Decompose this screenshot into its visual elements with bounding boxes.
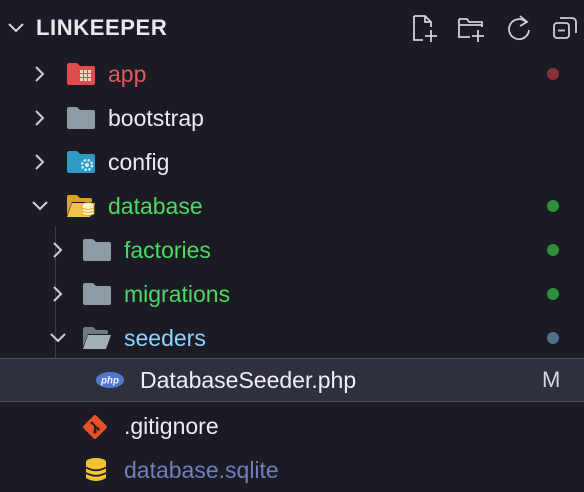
tree-row[interactable]: config [0,140,584,184]
tree-row[interactable]: database.sqlite [0,448,584,492]
workspace-title: LINKEEPER [36,15,168,40]
new-folder-icon[interactable] [456,13,486,43]
git-modified-badge: M [542,367,561,392]
tree-item-label: database.sqlite [124,457,279,483]
tree-row[interactable]: app [0,52,584,96]
folder-icon [83,239,111,261]
sqlite-icon [85,458,107,481]
git-icon [83,415,107,439]
folder-icon [83,283,111,305]
chevron-right-icon[interactable] [48,240,68,260]
php-icon: php [95,372,125,388]
status-dot [547,332,559,344]
tree-item-label: seeders [124,325,206,351]
tree-row[interactable]: seeders [0,316,584,360]
database-folder-open-icon [67,195,95,217]
folder-icon [67,107,95,129]
status-dot [547,68,559,80]
chevron-right-icon[interactable] [30,64,50,84]
tree-item-label: migrations [124,281,231,307]
config-folder-icon [67,151,95,173]
chevron-down-icon[interactable] [48,328,68,348]
tree-row[interactable]: .gitignore [0,404,584,448]
status-dot [547,288,559,300]
tree-item-label: DatabaseSeeder.php [140,367,357,393]
chevron-right-icon[interactable] [48,284,68,304]
tree-item-label: database [108,193,203,219]
collapse-all-icon[interactable] [550,13,580,43]
tree-item-label: factories [124,237,211,263]
tree-row[interactable]: factories [0,228,584,272]
refresh-icon[interactable] [504,13,534,43]
tree-item-label: .gitignore [124,413,219,439]
tree-item-label: bootstrap [108,105,204,131]
tree-item-label: app [108,61,147,87]
status-dot [547,200,559,212]
chevron-down-icon[interactable] [6,18,26,38]
new-file-icon[interactable] [409,13,439,43]
explorer-header[interactable]: LINKEEPER [0,0,584,56]
tree-row[interactable]: bootstrap [0,96,584,140]
chevron-right-icon[interactable] [30,108,50,128]
tree-row[interactable]: database [0,184,584,228]
chevron-right-icon[interactable] [30,152,50,172]
tree-item-label: config [108,149,170,175]
svg-text:php: php [100,376,119,387]
chevron-down-icon[interactable] [30,196,50,216]
tree-row-selected[interactable]: php DatabaseSeeder.php M [0,358,584,402]
laravel-folder-icon [67,63,95,85]
tree-row[interactable]: migrations [0,272,584,316]
folder-open-icon [83,327,111,349]
status-dot [547,244,559,256]
